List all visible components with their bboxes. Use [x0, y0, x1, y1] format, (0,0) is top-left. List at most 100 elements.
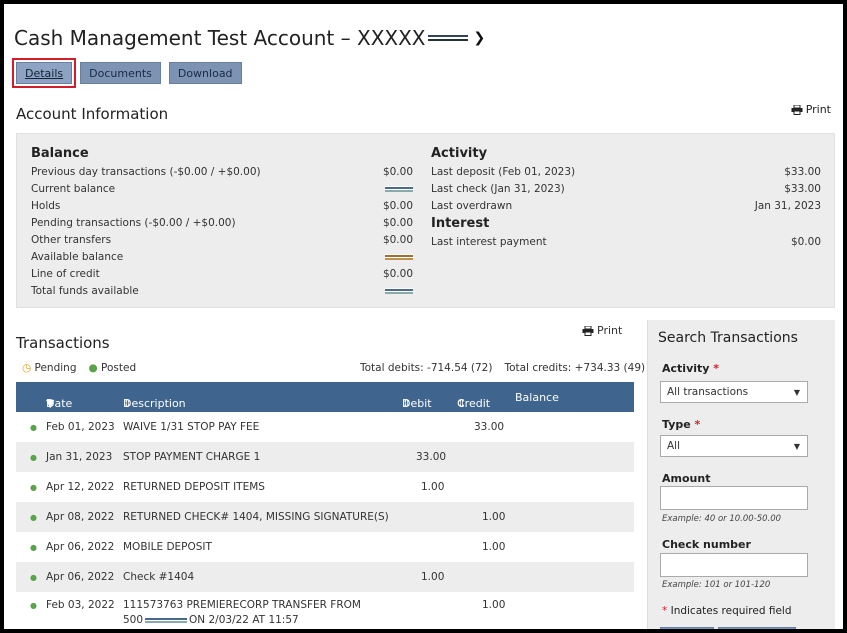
posted-dot-icon: ● — [30, 542, 37, 552]
legend-pending-label: Pending — [34, 362, 77, 374]
row-date: Jan 31, 2023 — [46, 451, 113, 463]
row-description-line2: 500 ON 2/03/22 AT 11:57 — [123, 614, 299, 626]
column-balance: Balance — [515, 390, 559, 404]
activity-label: Last check (Jan 31, 2023) — [431, 182, 565, 195]
total-credits: Total credits: +734.33 (49) — [504, 362, 646, 374]
account-title: Cash Management Test Account – XXXXX — [14, 26, 426, 50]
type-label-text: Type — [662, 418, 691, 431]
posted-dot-icon: ● — [30, 482, 37, 492]
dropdown-arrow-icon: ▼ — [793, 441, 800, 451]
print-account-button[interactable]: Print — [791, 103, 831, 116]
posted-dot-icon: ● — [30, 452, 37, 462]
status-legend: ◷ Pending ● Posted — [22, 362, 136, 374]
total-debits: Total debits: -714.54 (72) — [360, 362, 493, 374]
balance-column: Balance Previous day transactions (-$0.0… — [31, 146, 413, 299]
balance-row: Current balance — [31, 180, 413, 197]
legend-posted: ● Posted — [89, 362, 137, 374]
table-row[interactable]: ● Apr 08, 2022 RETURNED CHECK# 1404, MIS… — [16, 502, 634, 532]
interest-value: $0.00 — [790, 235, 821, 248]
table-row[interactable]: ● Apr 06, 2022 MOBILE DEPOSIT 1.00 — [16, 532, 634, 562]
clock-icon: ◷ — [22, 362, 32, 374]
row-description: WAIVE 1/31 STOP PAY FEE — [123, 421, 260, 433]
tab-documents[interactable]: Documents — [80, 62, 161, 84]
activity-value: $33.00 — [784, 165, 821, 178]
clear-button[interactable] — [718, 627, 796, 629]
row-date: Apr 06, 2022 — [46, 571, 115, 583]
posted-dot-icon: ● — [30, 422, 37, 432]
table-row[interactable]: ● Feb 03, 2022 111573763 PREMIERECORP TR… — [16, 592, 634, 629]
amount-label: Amount — [662, 472, 711, 485]
search-heading: Search Transactions — [658, 330, 798, 346]
search-transactions-panel: Search Transactions Activity * All trans… — [647, 320, 835, 629]
activity-label: Activity * — [662, 362, 719, 375]
row-description: Check #1404 — [123, 571, 195, 583]
type-select[interactable]: All ▼ — [660, 435, 808, 457]
balance-heading: Balance — [31, 146, 89, 161]
balance-value: $0.00 — [382, 233, 413, 246]
activity-row: Last check (Jan 31, 2023) $33.00 — [431, 180, 821, 197]
row-description: RETURNED DEPOSIT ITEMS — [123, 481, 265, 493]
masked-amount — [385, 287, 413, 294]
interest-label: Last interest payment — [431, 235, 547, 248]
check-number-input[interactable] — [660, 553, 808, 577]
table-row[interactable]: ● Apr 12, 2022 RETURNED DEPOSIT ITEMS 1.… — [16, 472, 634, 502]
row-date: Apr 08, 2022 — [46, 511, 115, 523]
table-row[interactable]: ● Feb 01, 2023 WAIVE 1/31 STOP PAY FEE 3… — [16, 412, 634, 442]
row-description: RETURNED CHECK# 1404, MISSING SIGNATURE(… — [123, 511, 389, 523]
row-credit: 1.00 — [482, 541, 506, 553]
tab-details[interactable]: Details — [11, 58, 77, 88]
row-description-part: 500 — [123, 614, 144, 626]
activity-label-text: Activity — [662, 362, 710, 375]
amount-input[interactable] — [660, 486, 808, 510]
row-description: 111573763 PREMIERECORP TRANSFER FROM — [123, 599, 361, 611]
print-transactions-button[interactable]: Print — [582, 324, 622, 337]
row-credit: 1.00 — [482, 599, 506, 611]
masked-account-number — [145, 617, 188, 623]
balance-value: $0.00 — [382, 216, 413, 229]
sort-desc-icon: ▼ — [46, 397, 55, 410]
balance-row: Line of credit $0.00 — [31, 265, 413, 282]
row-date: Apr 12, 2022 — [46, 481, 115, 493]
column-description-label: Description — [123, 397, 186, 410]
balance-value: $0.00 — [382, 165, 413, 178]
chevron-down-icon[interactable]: ❯ — [474, 30, 486, 46]
activity-row: Last deposit (Feb 01, 2023) $33.00 — [431, 163, 821, 180]
row-date: Apr 06, 2022 — [46, 541, 115, 553]
table-row[interactable]: ● Jan 31, 2023 STOP PAYMENT CHARGE 1 33.… — [16, 442, 634, 472]
activity-value: Jan 31, 2023 — [754, 199, 821, 212]
posted-dot-icon: ● — [30, 512, 37, 522]
row-debit: 1.00 — [421, 571, 445, 583]
legend-posted-label: Posted — [101, 362, 137, 374]
row-description: STOP PAYMENT CHARGE 1 — [123, 451, 261, 463]
type-label: Type * — [662, 418, 700, 431]
balance-row: Pending transactions (-$0.00 / +$0.00) $0… — [31, 214, 413, 231]
check-number-hint: Example: 101 or 101-120 — [662, 580, 771, 590]
printer-icon — [582, 325, 594, 336]
balance-row: Available balance — [31, 248, 413, 265]
balance-value: $0.00 — [382, 199, 413, 212]
required-asterisk: * — [713, 362, 720, 375]
account-tabs: Details Documents Download — [11, 58, 242, 88]
interest-row: Last interest payment $0.00 — [431, 233, 821, 250]
tab-download[interactable]: Download — [168, 62, 242, 84]
transactions-heading: Transactions — [16, 334, 110, 352]
dot-icon: ● — [88, 362, 98, 374]
activity-value: $33.00 — [784, 182, 821, 195]
activity-select[interactable]: All transactions ▼ — [660, 381, 808, 403]
activity-label: Last deposit (Feb 01, 2023) — [431, 165, 576, 178]
row-debit: 1.00 — [421, 481, 445, 493]
row-credit: 33.00 — [474, 421, 505, 433]
row-debit: 33.00 — [416, 451, 447, 463]
dropdown-arrow-icon: ▼ — [793, 387, 800, 397]
required-asterisk: * — [694, 418, 701, 431]
search-button[interactable] — [660, 627, 714, 629]
masked-account-number — [427, 34, 468, 42]
table-row[interactable]: ● Apr 06, 2022 Check #1404 1.00 — [16, 562, 634, 592]
balance-label: Previous day transactions (-$0.00 / +$0.… — [31, 165, 261, 178]
balance-row: Holds $0.00 — [31, 197, 413, 214]
table-body: ● Feb 01, 2023 WAIVE 1/31 STOP PAY FEE 3… — [16, 412, 634, 629]
balance-label: Line of credit — [31, 267, 100, 280]
balance-row: Total funds available — [31, 282, 413, 299]
type-select-value: All — [667, 440, 681, 452]
posted-dot-icon: ● — [30, 572, 37, 582]
